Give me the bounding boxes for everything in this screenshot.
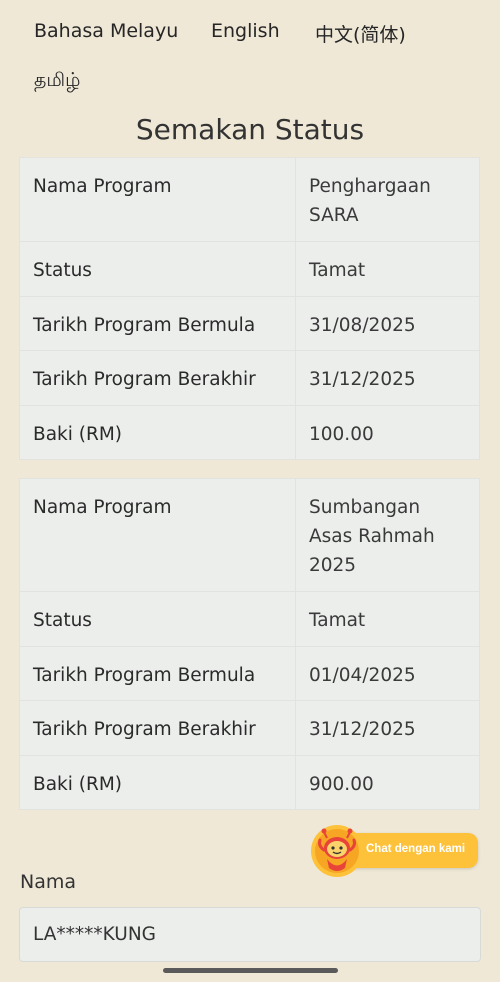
end-date-label: Tarikh Program Berakhir [19,700,296,756]
status-value: Tamat [295,241,480,297]
program-name-value: Penghargaan SARA [295,157,480,242]
table-row: Tarikh Program Berakhir 31/12/2025 [19,700,480,756]
program-name-value: Sumbangan Asas Rahmah 2025 [295,478,480,592]
table-row: Nama Program Penghargaan SARA [19,157,480,242]
home-indicator[interactable] [163,968,338,973]
status-label: Status [19,241,296,297]
end-date-label: Tarikh Program Berakhir [19,350,296,406]
table-row: Baki (RM) 900.00 [19,754,480,810]
start-date-value: 31/08/2025 [295,295,480,351]
name-field[interactable] [19,907,481,962]
chatbot-mascot-icon[interactable] [310,824,364,878]
start-date-label: Tarikh Program Bermula [19,645,296,701]
language-option-english[interactable]: English [211,20,280,42]
balance-value: 100.00 [295,404,480,460]
balance-label: Baki (RM) [19,404,296,460]
program-name-label: Nama Program [19,478,296,592]
program-name-label: Nama Program [19,157,296,242]
language-option-tamil[interactable]: தமிழ் [34,69,80,94]
table-row: Tarikh Program Berakhir 31/12/2025 [19,350,480,406]
page-title: Semakan Status [135,113,365,146]
language-option-chinese[interactable]: 中文(简体) [315,20,406,47]
table-row: Baki (RM) 100.00 [19,404,480,460]
table-row: Status Tamat [19,241,480,297]
name-label: Nama [20,871,77,893]
status-value: Tamat [295,591,480,647]
program-status-table: Nama Program Sumbangan Asas Rahmah 2025 … [19,478,480,810]
table-row: Tarikh Program Bermula 01/04/2025 [19,645,480,701]
end-date-value: 31/12/2025 [295,700,480,756]
table-row: Status Tamat [19,591,480,647]
chat-label[interactable]: Chat dengan kami [366,843,465,855]
table-row: Nama Program Sumbangan Asas Rahmah 2025 [19,478,480,592]
balance-value: 900.00 [295,754,480,810]
end-date-value: 31/12/2025 [295,350,480,406]
start-date-value: 01/04/2025 [295,645,480,701]
table-row: Tarikh Program Bermula 31/08/2025 [19,295,480,351]
start-date-label: Tarikh Program Bermula [19,295,296,351]
language-switcher: Bahasa Melayu English 中文(简体) தமிழ் [0,0,500,110]
language-option-malay[interactable]: Bahasa Melayu [34,20,178,42]
program-status-table: Nama Program Penghargaan SARA Status Tam… [19,157,480,460]
status-label: Status [19,591,296,647]
chat-button[interactable]: Chat dengan kami [310,824,480,878]
balance-label: Baki (RM) [19,754,296,810]
